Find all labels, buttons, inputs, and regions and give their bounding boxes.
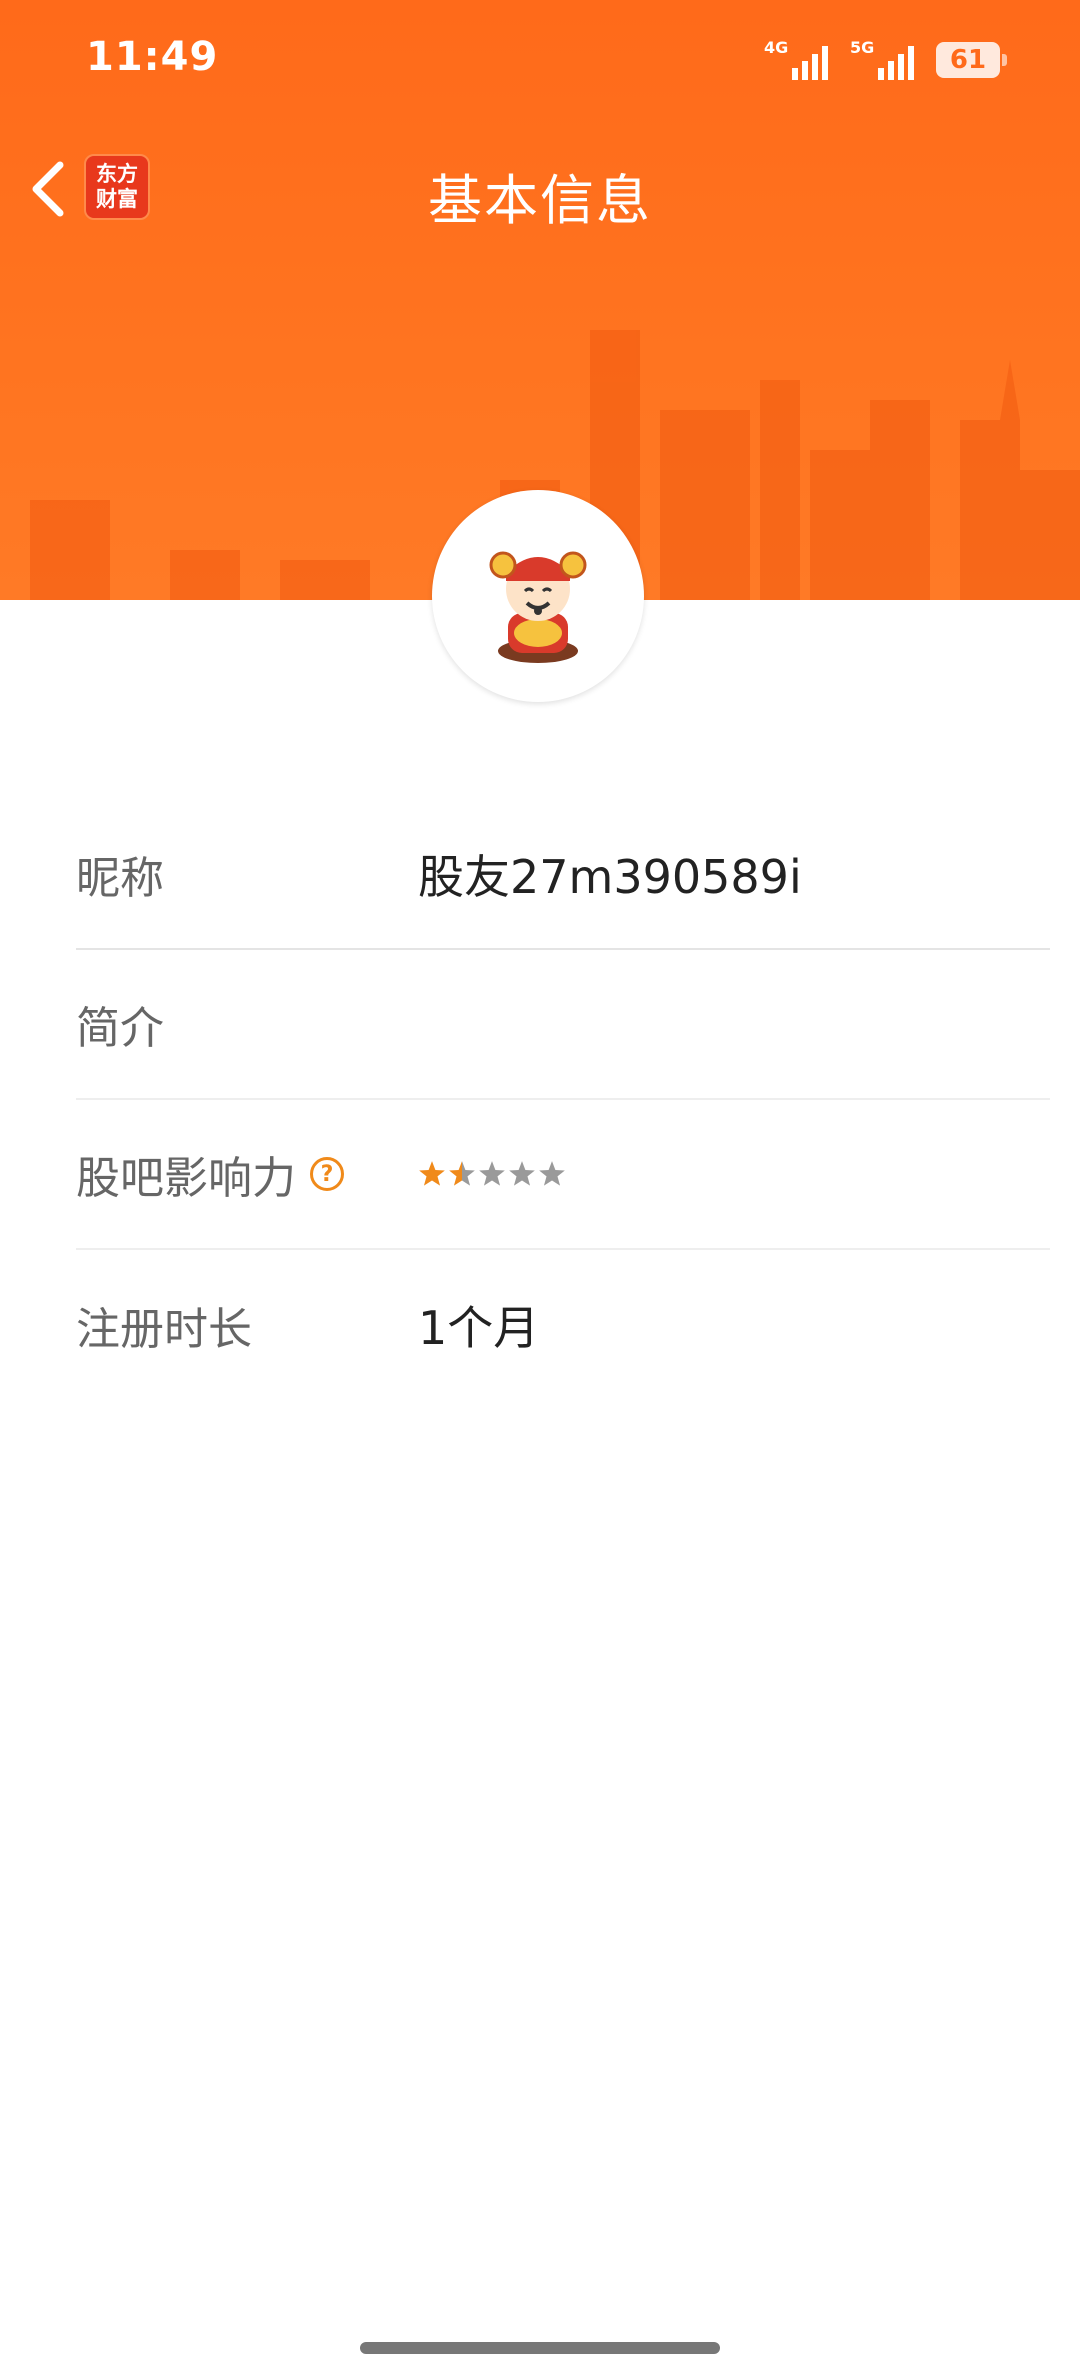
- influence-rating: [418, 1160, 566, 1188]
- battery-icon: 61: [936, 42, 1007, 78]
- registration-row: 注册时长 1个月: [76, 1250, 1050, 1400]
- rating-star-icon: [479, 1161, 505, 1186]
- signal-4g-icon: 4G: [764, 38, 828, 80]
- home-indicator[interactable]: [360, 2342, 720, 2354]
- status-time: 11:49: [86, 34, 219, 80]
- profile-info-list: 昵称 股友27m390589i 简介 股吧影响力 ? 注册时长 1个月: [76, 800, 1050, 1400]
- caishen-avatar-icon: [489, 551, 587, 663]
- battery-level: 61: [949, 45, 987, 75]
- registration-label: 注册时长: [76, 1304, 252, 1355]
- nickname-value: 股友27m390589i: [418, 850, 802, 904]
- nickname-row[interactable]: 昵称 股友27m390589i: [76, 800, 1050, 950]
- rating-star-icon: [449, 1161, 475, 1186]
- bio-row[interactable]: 简介: [76, 950, 1050, 1100]
- influence-label: 股吧影响力 ?: [76, 1142, 418, 1206]
- bio-label: 简介: [76, 1003, 164, 1054]
- registration-value: 1个月: [418, 1301, 540, 1355]
- signal-5g-icon: 5G: [850, 38, 914, 80]
- rating-star-icon: [509, 1161, 535, 1186]
- rating-star-icon: [539, 1161, 565, 1186]
- avatar[interactable]: [432, 490, 644, 702]
- nickname-label: 昵称: [76, 853, 164, 904]
- rating-star-icon: [419, 1161, 445, 1186]
- question-circle-icon[interactable]: ?: [310, 1157, 344, 1191]
- influence-row: 股吧影响力 ?: [76, 1100, 1050, 1250]
- status-bar: 11:49 4G 5G 61: [0, 0, 1080, 120]
- page-title: 基本信息: [428, 169, 652, 232]
